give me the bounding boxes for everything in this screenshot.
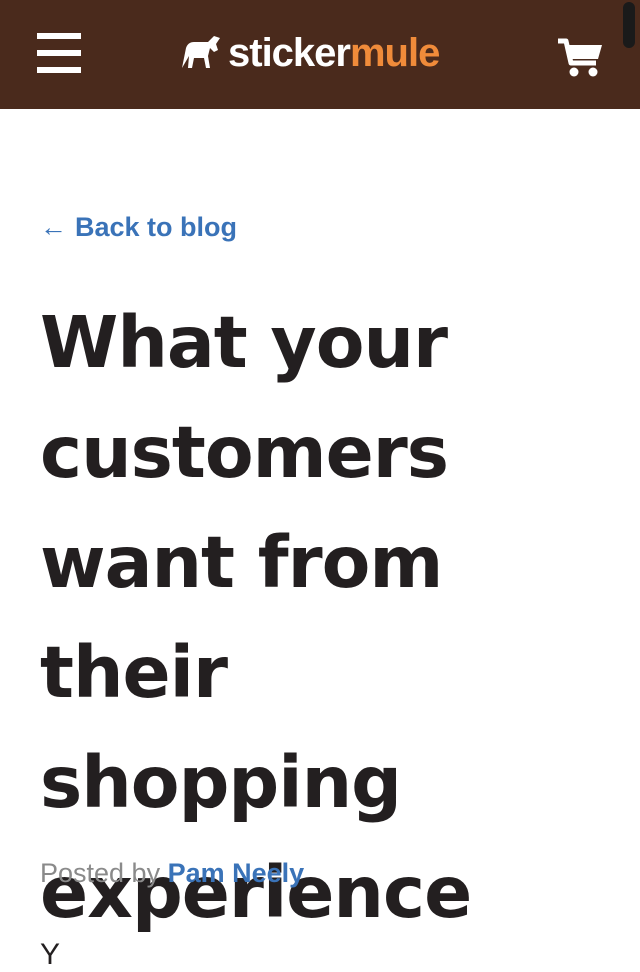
back-arrow-icon: ← (40, 212, 67, 242)
article-body-start: Y (40, 938, 61, 971)
logo-text-sticker: sticker (228, 31, 351, 75)
scrollbar-thumb[interactable] (623, 2, 635, 48)
mule-logo-icon (182, 36, 220, 68)
back-to-blog-link[interactable]: ← Back to blog (40, 212, 237, 243)
stickermule-logo[interactable]: stickermule (180, 30, 440, 76)
hamburger-menu-icon[interactable] (37, 33, 81, 73)
logo-text-mule: mule (349, 31, 440, 75)
article-title: What your customers want from their shop… (40, 301, 472, 934)
back-to-blog-label: Back to blog (75, 212, 238, 242)
byline: Posted by Pam Neely (40, 858, 304, 889)
byline-prefix: Posted by (40, 858, 161, 888)
site-header: stickermule (0, 0, 640, 109)
shopping-cart-icon[interactable] (556, 37, 604, 79)
logo-wordmark: stickermule (228, 30, 440, 76)
author-link[interactable]: Pam Neely (168, 858, 305, 888)
